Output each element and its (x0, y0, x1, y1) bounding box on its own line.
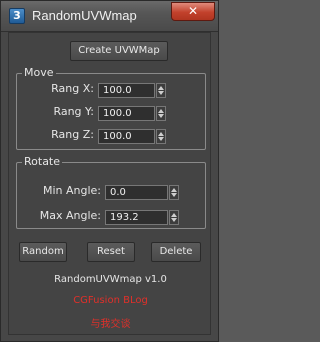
title-bar[interactable]: 3 RandomUVWmap ✕ (1, 1, 218, 32)
move-group-label: Move (22, 66, 56, 79)
random-button[interactable]: Random (19, 242, 67, 262)
delete-button[interactable]: Delete (151, 242, 201, 262)
reset-button[interactable]: Reset (87, 242, 135, 262)
version-label: RandomUVWmap v1.0 (54, 274, 167, 285)
max-angle-label: Max Angle: (39, 209, 101, 222)
spinner-down-icon[interactable] (158, 137, 164, 141)
dialog-window: 3 RandomUVWmap ✕ Create UVWMap Move Rang… (0, 0, 219, 342)
create-uvwmap-button[interactable]: Create UVWMap (70, 41, 168, 61)
spinner-up-icon[interactable] (158, 86, 164, 90)
rang-y-spinner[interactable] (156, 106, 166, 121)
window-title: RandomUVWmap (32, 8, 137, 23)
min-angle-label: Min Angle: (42, 184, 101, 197)
spinner-down-icon[interactable] (171, 193, 177, 197)
spinner-down-icon[interactable] (158, 114, 164, 118)
rang-z-spinner[interactable] (156, 129, 166, 144)
spinner-down-icon[interactable] (171, 218, 177, 222)
spinner-down-icon[interactable] (158, 91, 164, 95)
rang-x-label: Rang X: (51, 82, 94, 95)
spinner-up-icon[interactable] (171, 213, 177, 217)
max-angle-field[interactable]: 193.2 (105, 210, 168, 225)
blog-link[interactable]: CGFusion BLog (9, 295, 212, 306)
rang-z-label: Rang Z: (51, 128, 94, 141)
rang-y-field[interactable]: 100.0 (98, 106, 155, 121)
contact-link[interactable]: 与我交谈 (9, 315, 212, 330)
close-button[interactable]: ✕ (171, 2, 215, 21)
rang-z-field[interactable]: 100.0 (98, 129, 155, 144)
spinner-up-icon[interactable] (158, 132, 164, 136)
min-angle-spinner[interactable] (169, 185, 179, 200)
max-app-icon: 3 (9, 8, 25, 24)
spinner-up-icon[interactable] (158, 109, 164, 113)
rotate-group-label: Rotate (22, 155, 63, 168)
rang-x-field[interactable]: 100.0 (98, 83, 155, 98)
rollout-panel: Create UVWMap Move Rang X: 100.0 Rang Y:… (8, 32, 211, 335)
rang-x-spinner[interactable] (156, 83, 166, 98)
rang-y-label: Rang Y: (53, 105, 94, 118)
spinner-up-icon[interactable] (171, 188, 177, 192)
min-angle-field[interactable]: 0.0 (105, 185, 168, 200)
max-angle-spinner[interactable] (169, 210, 179, 225)
